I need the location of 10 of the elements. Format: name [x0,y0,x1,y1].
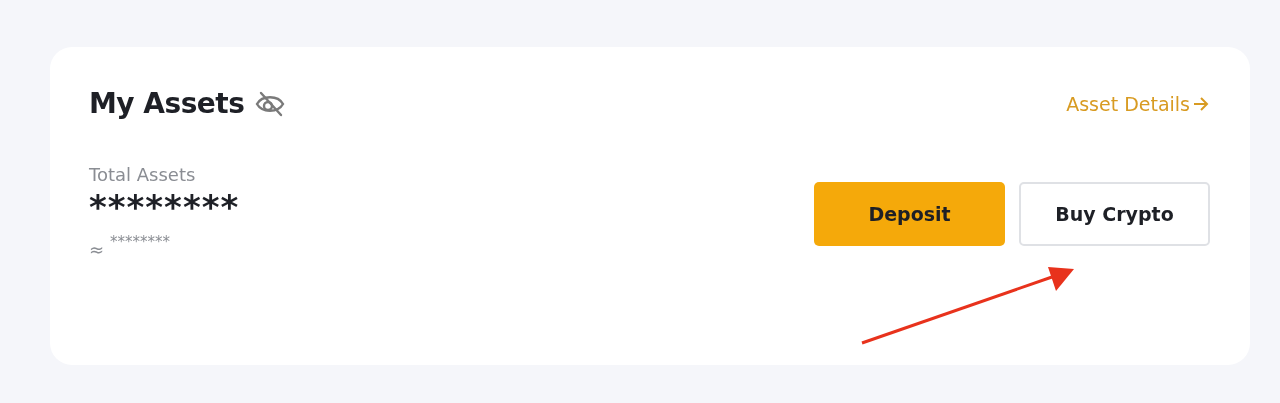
total-assets-label: Total Assets [89,164,197,185]
total-assets-value: ******** [89,187,240,227]
arrow-right-icon [1192,94,1210,113]
card-title: My Assets [89,87,245,120]
eye-slash-icon [254,89,287,118]
approx-sign: ≈ [89,239,105,260]
approx-value: ******** [110,233,171,251]
deposit-button[interactable]: Deposit [814,182,1005,246]
buy-button[interactable]: Buy Crypto [1019,182,1210,246]
hide-balance-toggle[interactable] [254,89,287,118]
